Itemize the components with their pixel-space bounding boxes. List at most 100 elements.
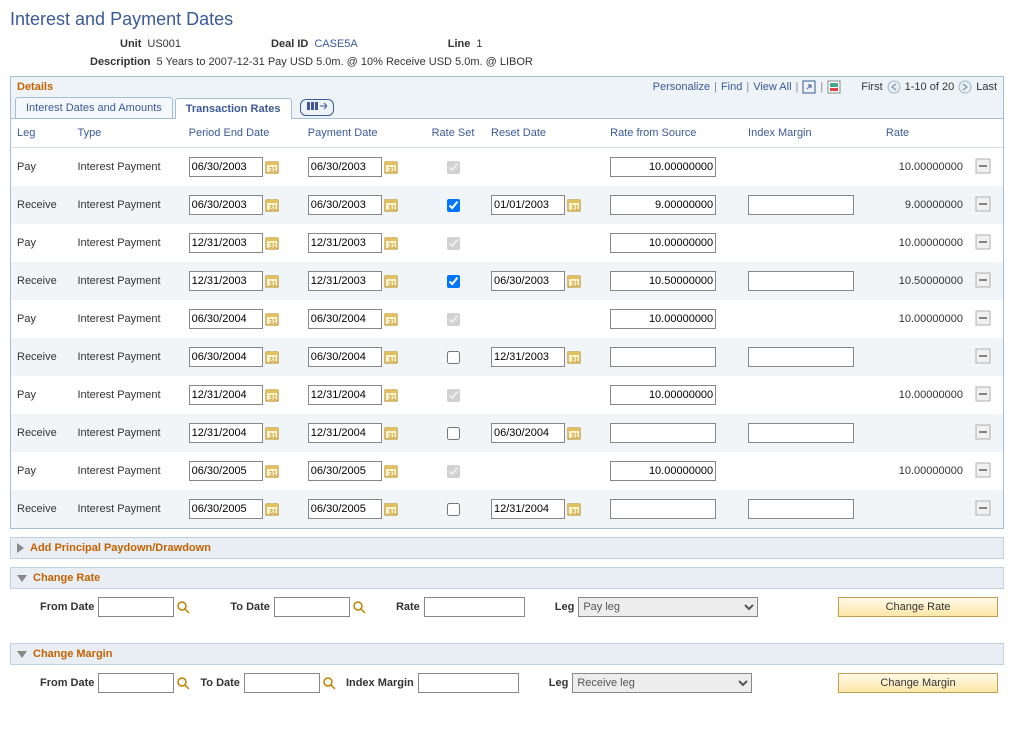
calendar-icon[interactable]: 31 xyxy=(384,312,398,326)
period-end-input[interactable] xyxy=(189,385,263,405)
calendar-icon[interactable]: 31 xyxy=(384,426,398,440)
delete-row-icon[interactable] xyxy=(975,272,991,288)
find-link[interactable]: Find xyxy=(721,81,742,93)
calendar-icon[interactable]: 31 xyxy=(265,388,279,402)
col-rate-set[interactable]: Rate Set xyxy=(421,119,485,148)
reset-input[interactable] xyxy=(491,195,565,215)
lookup-icon[interactable] xyxy=(176,600,190,614)
download-icon[interactable] xyxy=(827,80,841,94)
delete-row-icon[interactable] xyxy=(975,386,991,402)
reset-input[interactable] xyxy=(491,499,565,519)
from-source-input[interactable] xyxy=(610,499,716,519)
calendar-icon[interactable]: 31 xyxy=(567,198,581,212)
from-source-input[interactable] xyxy=(610,461,716,481)
col-type[interactable]: Type xyxy=(71,119,182,148)
last-link[interactable]: Last xyxy=(976,81,997,93)
col-leg[interactable]: Leg xyxy=(11,119,71,148)
payment-input[interactable] xyxy=(308,271,382,291)
payment-input[interactable] xyxy=(308,195,382,215)
period-end-input[interactable] xyxy=(189,271,263,291)
calendar-icon[interactable]: 31 xyxy=(384,502,398,516)
from-source-input[interactable] xyxy=(610,423,716,443)
from-source-input[interactable] xyxy=(610,157,716,177)
period-end-input[interactable] xyxy=(189,309,263,329)
cr-from-input[interactable] xyxy=(98,597,174,617)
collapse-icon[interactable] xyxy=(17,575,27,582)
lookup-icon[interactable] xyxy=(322,676,336,690)
zoom-icon[interactable] xyxy=(802,80,816,94)
cm-to-input[interactable] xyxy=(244,673,320,693)
calendar-icon[interactable]: 31 xyxy=(567,350,581,364)
next-icon[interactable] xyxy=(958,80,972,94)
payment-input[interactable] xyxy=(308,385,382,405)
calendar-icon[interactable]: 31 xyxy=(384,388,398,402)
col-rate[interactable]: Rate xyxy=(880,119,969,148)
calendar-icon[interactable]: 31 xyxy=(265,464,279,478)
cm-from-input[interactable] xyxy=(98,673,174,693)
rate-set-checkbox[interactable] xyxy=(447,503,460,516)
from-source-input[interactable] xyxy=(610,347,716,367)
calendar-icon[interactable]: 31 xyxy=(265,198,279,212)
margin-input[interactable] xyxy=(748,195,854,215)
prev-icon[interactable] xyxy=(887,80,901,94)
calendar-icon[interactable]: 31 xyxy=(384,160,398,174)
period-end-input[interactable] xyxy=(189,499,263,519)
delete-row-icon[interactable] xyxy=(975,196,991,212)
calendar-icon[interactable]: 31 xyxy=(384,274,398,288)
payment-input[interactable] xyxy=(308,461,382,481)
calendar-icon[interactable]: 31 xyxy=(567,426,581,440)
calendar-icon[interactable]: 31 xyxy=(265,426,279,440)
tab-interest-dates[interactable]: Interest Dates and Amounts xyxy=(15,97,173,118)
calendar-icon[interactable]: 31 xyxy=(567,274,581,288)
payment-input[interactable] xyxy=(308,423,382,443)
delete-row-icon[interactable] xyxy=(975,462,991,478)
payment-input[interactable] xyxy=(308,157,382,177)
payment-input[interactable] xyxy=(308,309,382,329)
deal-link[interactable]: CASE5A xyxy=(314,38,357,50)
delete-row-icon[interactable] xyxy=(975,310,991,326)
margin-input[interactable] xyxy=(748,499,854,519)
col-reset[interactable]: Reset Date xyxy=(485,119,604,148)
change-margin-section[interactable]: Change Margin xyxy=(10,643,1004,665)
tab-transaction-rates[interactable]: Transaction Rates xyxy=(175,98,292,119)
calendar-icon[interactable]: 31 xyxy=(265,236,279,250)
payment-input[interactable] xyxy=(308,499,382,519)
col-from-src[interactable]: Rate from Source xyxy=(604,119,742,148)
period-end-input[interactable] xyxy=(189,423,263,443)
calendar-icon[interactable]: 31 xyxy=(265,502,279,516)
add-principal-section[interactable]: Add Principal Paydown/Drawdown xyxy=(10,537,1004,559)
cm-leg-select[interactable]: Receive leg xyxy=(572,673,752,693)
lookup-icon[interactable] xyxy=(352,600,366,614)
payment-input[interactable] xyxy=(308,347,382,367)
from-source-input[interactable] xyxy=(610,233,716,253)
from-source-input[interactable] xyxy=(610,271,716,291)
calendar-icon[interactable]: 31 xyxy=(265,350,279,364)
change-margin-button[interactable]: Change Margin xyxy=(838,673,998,693)
reset-input[interactable] xyxy=(491,423,565,443)
payment-input[interactable] xyxy=(308,233,382,253)
cr-rate-input[interactable] xyxy=(424,597,525,617)
delete-row-icon[interactable] xyxy=(975,424,991,440)
margin-input[interactable] xyxy=(748,347,854,367)
calendar-icon[interactable]: 31 xyxy=(384,350,398,364)
cm-margin-input[interactable] xyxy=(418,673,519,693)
col-margin[interactable]: Index Margin xyxy=(742,119,880,148)
period-end-input[interactable] xyxy=(189,461,263,481)
calendar-icon[interactable]: 31 xyxy=(384,198,398,212)
margin-input[interactable] xyxy=(748,271,854,291)
change-rate-button[interactable]: Change Rate xyxy=(838,597,998,617)
view-all-link[interactable]: View All xyxy=(753,81,791,93)
personalize-link[interactable]: Personalize xyxy=(653,81,710,93)
lookup-icon[interactable] xyxy=(176,676,190,690)
calendar-icon[interactable]: 31 xyxy=(384,464,398,478)
rate-set-checkbox[interactable] xyxy=(447,351,460,364)
delete-row-icon[interactable] xyxy=(975,348,991,364)
calendar-icon[interactable]: 31 xyxy=(567,502,581,516)
period-end-input[interactable] xyxy=(189,195,263,215)
change-rate-section[interactable]: Change Rate xyxy=(10,567,1004,589)
col-period-end[interactable]: Period End Date xyxy=(183,119,302,148)
period-end-input[interactable] xyxy=(189,233,263,253)
col-payment[interactable]: Payment Date xyxy=(302,119,421,148)
first-link[interactable]: First xyxy=(861,81,882,93)
from-source-input[interactable] xyxy=(610,385,716,405)
